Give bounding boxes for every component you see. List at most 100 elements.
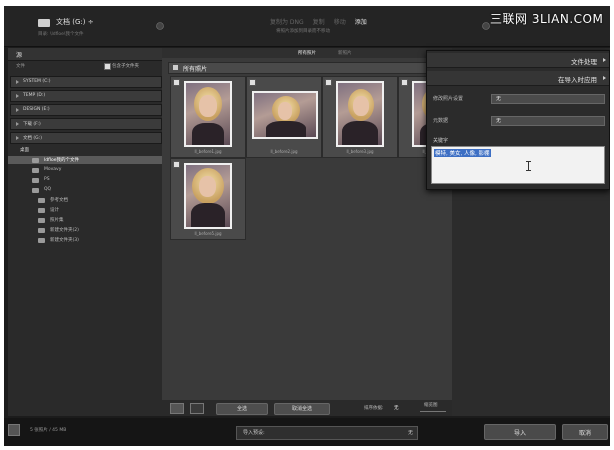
grid-view-button[interactable] xyxy=(170,403,184,414)
volume-temp[interactable]: TEMP (D:) xyxy=(10,90,162,102)
files-label: 文件 xyxy=(16,64,25,69)
photo-filename: ll_before1.jpg xyxy=(194,149,222,154)
mode-move[interactable]: 移动 xyxy=(334,17,346,26)
photo-filename: ll_before5.jpg xyxy=(194,231,222,236)
expand-arrow-icon xyxy=(603,76,606,80)
folder-item[interactable]: 新建文件夹(3) xyxy=(8,236,162,244)
photo-checkbox[interactable] xyxy=(325,79,332,86)
folder-icon xyxy=(38,198,45,203)
drive-icon xyxy=(38,19,50,27)
uncheck-all-button[interactable]: 取消全选 xyxy=(274,403,330,415)
include-subfolders-checkbox[interactable] xyxy=(104,63,111,70)
folder-item[interactable]: 设计 xyxy=(8,206,162,214)
folder-item[interactable]: 照片集 xyxy=(8,216,162,224)
source-title[interactable]: 文档 (G:) ÷ xyxy=(56,17,94,27)
folder-item[interactable]: 参考文档 xyxy=(8,196,162,204)
tree-root-label: 桌面 xyxy=(20,148,29,153)
import-button-label: 导入 xyxy=(513,430,526,437)
metadata-label: 元数据 xyxy=(433,118,449,124)
check-all-label: 全选 xyxy=(236,406,247,412)
photo-count: 5 张照片 / 45 MB xyxy=(30,428,67,433)
import-preset-select[interactable]: 导入预设: 无 xyxy=(236,426,418,440)
tab-new-photos[interactable]: 新照片 xyxy=(338,50,352,56)
source-path: 目录: \ldfloe\我个文件 xyxy=(38,32,84,37)
folder-icon xyxy=(38,218,45,223)
file-handling-header[interactable]: 文件处理 xyxy=(427,53,609,68)
photo-cell[interactable]: ll_before3.jpg xyxy=(322,76,398,158)
text-cursor-icon xyxy=(526,161,531,171)
import-mode-bar: 复制为 DNG 复制 移动 添加 xyxy=(270,17,367,26)
expand-dialog-button[interactable] xyxy=(8,424,20,436)
folder-item[interactable]: QQ xyxy=(8,186,162,194)
thumbnail-size-label: 缩览图 xyxy=(424,403,438,408)
folder-label: 新建文件夹(2) xyxy=(50,228,79,233)
check-all-button[interactable]: 全选 xyxy=(216,403,268,415)
dest-arrow-icon xyxy=(482,22,490,30)
photo-checkbox[interactable] xyxy=(401,79,408,86)
thumbnail-size-slider[interactable] xyxy=(420,411,446,412)
source-panel-title: 源 xyxy=(16,52,23,59)
loupe-view-button[interactable] xyxy=(190,403,204,414)
folder-icon xyxy=(38,238,45,243)
develop-settings-label: 修改照片设置 xyxy=(433,96,464,102)
folder-label: 新建文件夹(3) xyxy=(50,238,79,243)
volume-design[interactable]: DESIGN (E:) xyxy=(10,104,162,116)
import-top-bar: 文档 (G:) ÷ 目录: \ldfloe\我个文件 复制为 DNG 复制 移动… xyxy=(4,6,610,47)
volume-label: 文档 (G:) xyxy=(23,136,42,141)
photo-cell[interactable]: ll_before2.jpg xyxy=(246,76,322,158)
folder-label: 参考文档 xyxy=(50,198,68,203)
volume-documents[interactable]: 文档 (G:) xyxy=(10,132,162,144)
mode-add[interactable]: 添加 xyxy=(355,17,367,26)
folder-item[interactable]: Movavy xyxy=(8,166,162,174)
grid-section-title: 所有照片 xyxy=(183,66,208,73)
keywords-input[interactable]: 模特, 美女, 人像, 影棚 xyxy=(431,146,605,184)
folder-item[interactable]: PS xyxy=(8,176,162,184)
tree-root-desktop[interactable]: 桌面 xyxy=(8,146,162,154)
develop-settings-select[interactable]: 无 xyxy=(491,94,605,104)
grid-tabs: 所有照片 新照片 xyxy=(162,48,452,58)
photo-cell[interactable]: ll_before5.jpg xyxy=(170,158,246,240)
volume-label: SYSTEM (C:) xyxy=(23,79,51,84)
apply-during-import-header[interactable]: 在导入时应用 xyxy=(427,71,609,86)
photo-cell[interactable]: ll_before1.jpg xyxy=(170,76,246,158)
mode-copy[interactable]: 复制 xyxy=(313,17,325,26)
metadata-value: 无 xyxy=(496,118,502,124)
include-subfolders-row: 文件 包含子文件夹 xyxy=(8,62,162,72)
import-preset-value: 无 xyxy=(407,430,413,436)
volume-download[interactable]: 下载 (F:) xyxy=(10,118,162,130)
mode-description: 将照片添加到目录而不移动 xyxy=(276,29,330,34)
photo-grid-panel: 所有照片 新照片 所有照片 ll_before1.jpg ll_before2.… xyxy=(162,48,474,416)
photo-filename: ll_before3.jpg xyxy=(346,149,374,154)
folder-item[interactable]: 新建文件夹(2) xyxy=(8,226,162,234)
include-subfolders-label[interactable]: 包含子文件夹 xyxy=(112,63,139,69)
import-button[interactable]: 导入 xyxy=(484,424,556,440)
folder-item[interactable]: ldfloe我的个文件 xyxy=(8,156,162,164)
cancel-button-label: 取消 xyxy=(578,430,591,437)
folder-icon xyxy=(32,188,39,193)
photo-checkbox[interactable] xyxy=(173,161,180,168)
folder-label: 设计 xyxy=(50,208,59,213)
metadata-select[interactable]: 无 xyxy=(491,116,605,126)
photo-checkbox[interactable] xyxy=(173,79,180,86)
source-arrow-icon xyxy=(156,22,164,30)
source-panel-header[interactable]: 源 xyxy=(8,48,162,61)
photo-filename: ll_before2.jpg xyxy=(270,149,298,154)
select-all-checkbox[interactable] xyxy=(173,65,178,70)
tab-all-photos[interactable]: 所有照片 xyxy=(298,50,316,56)
folder-label: Movavy xyxy=(44,167,62,172)
file-handling-title: 文件处理 xyxy=(571,58,597,66)
folder-label: QQ xyxy=(44,187,52,192)
keywords-selected-text: 模特, 美女, 人像, 影棚 xyxy=(434,149,491,157)
folder-label: 照片集 xyxy=(50,218,64,223)
photo-checkbox[interactable] xyxy=(249,79,256,86)
grid-toolbar: 全选 取消全选 排序依据: 无 缩览图 xyxy=(162,400,452,416)
volume-system[interactable]: SYSTEM (C:) xyxy=(10,76,162,88)
source-panel: 源 文件 包含子文件夹 SYSTEM (C:) TEMP (D:) DESIGN… xyxy=(8,48,163,416)
sort-select[interactable]: 无 xyxy=(394,405,399,411)
cancel-button[interactable]: 取消 xyxy=(562,424,608,440)
folder-label: PS xyxy=(44,177,50,182)
mode-copy-dng[interactable]: 复制为 DNG xyxy=(270,17,304,26)
volume-label: TEMP (D:) xyxy=(23,93,46,98)
sort-label: 排序依据: xyxy=(364,406,384,411)
grid-section-header: 所有照片 xyxy=(168,62,454,74)
